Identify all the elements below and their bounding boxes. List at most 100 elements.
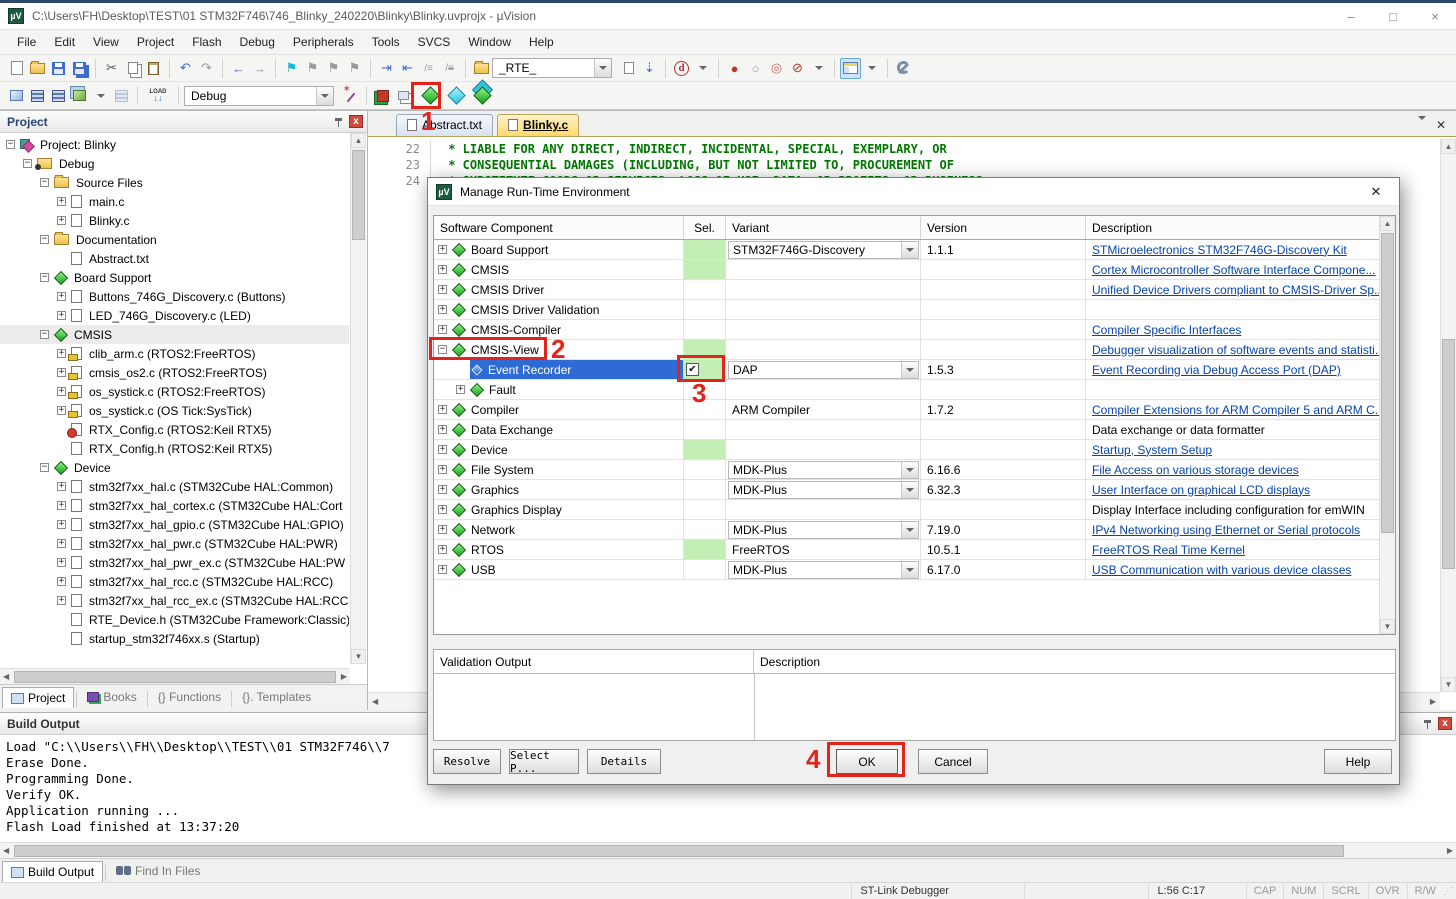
sel-cell[interactable] — [684, 420, 726, 440]
redo-icon[interactable]: ↷ — [196, 58, 217, 79]
tab-list-dropdown-icon[interactable] — [1418, 120, 1426, 131]
tree-item[interactable]: RTX_Config.c (RTOS2:Keil RTX5) — [0, 420, 349, 439]
open-file-icon[interactable] — [27, 58, 48, 79]
expand-icon[interactable]: + — [438, 505, 447, 514]
component-table-vscrollbar[interactable]: ▲ ▼ — [1379, 216, 1395, 634]
description-link[interactable]: Unified Device Drivers compliant to CMSI… — [1092, 283, 1379, 297]
batch-build-dropdown-icon[interactable] — [90, 85, 111, 106]
select-packs-icon[interactable] — [472, 85, 493, 106]
variant-dropdown-icon[interactable] — [901, 242, 918, 258]
expand-icon[interactable]: + — [57, 292, 66, 301]
menu-file[interactable]: File — [8, 32, 45, 52]
save-icon[interactable] — [48, 58, 69, 79]
sel-cell[interactable] — [684, 300, 726, 320]
scroll-down-icon[interactable]: ▼ — [351, 649, 366, 664]
find-in-files-icon[interactable]: d — [671, 58, 692, 79]
indent-right-icon[interactable]: ⇥ — [376, 58, 397, 79]
tree-item[interactable]: Abstract.txt — [0, 249, 349, 268]
tree-item[interactable]: −Device — [0, 458, 349, 477]
menu-edit[interactable]: Edit — [45, 32, 84, 52]
manage-components-icon[interactable] — [372, 85, 393, 106]
help-button[interactable]: Help — [1324, 749, 1392, 774]
bottom-tab-build-output[interactable]: Build Output — [2, 861, 103, 882]
expand-icon[interactable]: + — [438, 425, 447, 434]
expand-icon[interactable]: + — [57, 406, 66, 415]
scroll-up-icon[interactable]: ▲ — [351, 133, 366, 148]
expand-icon[interactable]: + — [57, 349, 66, 358]
translate-icon[interactable] — [6, 85, 27, 106]
editor-tab[interactable]: Blinky.c — [497, 114, 579, 136]
minimize-button[interactable]: – — [1330, 4, 1372, 28]
expand-icon[interactable]: + — [438, 545, 447, 554]
bottom-tab-find-in-files[interactable]: Find In Files — [108, 861, 208, 881]
variant-combobox[interactable]: MDK-Plus — [728, 521, 919, 539]
menu-project[interactable]: Project — [128, 32, 183, 52]
sel-cell[interactable] — [684, 460, 726, 480]
variant-combobox[interactable]: MDK-Plus — [728, 481, 919, 499]
target-select-dropdown-icon[interactable] — [316, 87, 333, 105]
collapse-icon[interactable]: − — [40, 330, 49, 339]
menu-flash[interactable]: Flash — [183, 32, 230, 52]
cancel-button[interactable]: Cancel — [918, 749, 988, 774]
variant-combobox[interactable]: STM32F746G-Discovery — [728, 241, 919, 259]
editor-tab[interactable]: Abstract.txt — [396, 114, 493, 136]
variant-dropdown-icon[interactable] — [901, 562, 918, 578]
tree-item[interactable]: +stm32f7xx_hal_rcc_ex.c (STM32Cube HAL:R… — [0, 591, 349, 610]
expand-icon[interactable]: + — [57, 596, 66, 605]
window-layout-icon[interactable] — [840, 58, 861, 79]
panel-close-icon[interactable]: x — [1438, 717, 1452, 730]
project-tree-hscrollbar[interactable]: ◀ ▶ — [0, 668, 350, 684]
sel-cell[interactable] — [684, 520, 726, 540]
component-label[interactable]: Graphics Display — [471, 503, 562, 517]
resolve-button[interactable]: Resolve — [433, 749, 501, 774]
expand-icon[interactable]: + — [438, 245, 447, 254]
tree-item[interactable]: −Documentation — [0, 230, 349, 249]
component-label[interactable]: Data Exchange — [471, 423, 553, 437]
component-label[interactable]: Network — [471, 523, 515, 537]
batch-build-icon[interactable] — [69, 85, 90, 106]
select-packs-button[interactable]: Select P... — [509, 749, 579, 774]
sel-cell[interactable] — [684, 260, 726, 280]
expand-icon[interactable]: + — [57, 387, 66, 396]
bookmark-prev-icon[interactable]: ⚑ — [323, 58, 344, 79]
scroll-down-icon[interactable]: ▼ — [1380, 619, 1395, 634]
navigate-back-icon[interactable]: ← — [228, 58, 249, 79]
collapse-icon[interactable]: − — [23, 159, 32, 168]
column-version[interactable]: Version — [921, 216, 1086, 239]
component-label[interactable]: USB — [471, 563, 496, 577]
description-link[interactable]: Compiler Extensions for ARM Compiler 5 a… — [1092, 403, 1379, 417]
variant-combobox[interactable]: DAP — [728, 361, 919, 379]
scroll-left-icon[interactable]: ◀ — [0, 846, 12, 855]
scroll-left-icon[interactable]: ◀ — [0, 672, 12, 681]
menu-window[interactable]: Window — [459, 32, 520, 52]
tree-item[interactable]: +stm32f7xx_hal_gpio.c (STM32Cube HAL:GPI… — [0, 515, 349, 534]
description-link[interactable]: User Interface on graphical LCD displays — [1092, 483, 1310, 497]
menu-view[interactable]: View — [84, 32, 128, 52]
target-select-value[interactable]: Debug — [185, 89, 316, 103]
scroll-right-icon[interactable]: ▶ — [1430, 697, 1436, 706]
tree-item[interactable]: −Board Support — [0, 268, 349, 287]
column-variant[interactable]: Variant — [726, 216, 921, 239]
find-next-icon[interactable]: ⇣ — [639, 58, 660, 79]
menu-peripherals[interactable]: Peripherals — [284, 32, 363, 52]
expand-icon[interactable]: + — [438, 565, 447, 574]
sel-cell[interactable] — [684, 240, 726, 260]
target-options-icon[interactable] — [340, 85, 361, 106]
scroll-up-icon[interactable]: ▲ — [1441, 139, 1456, 154]
project-tree-vscrollbar[interactable]: ▲ ▼ — [350, 133, 366, 664]
find-in-files-folder-icon[interactable] — [471, 58, 492, 79]
variant-dropdown-icon[interactable] — [901, 482, 918, 498]
tree-item[interactable]: −Project: Blinky — [0, 135, 349, 154]
variant-dropdown-icon[interactable] — [901, 362, 918, 378]
goto-definition-icon[interactable] — [618, 58, 639, 79]
expand-icon[interactable]: + — [438, 445, 447, 454]
sel-cell[interactable] — [684, 560, 726, 580]
tree-item[interactable]: −CMSIS — [0, 325, 349, 344]
build-icon[interactable] — [27, 85, 48, 106]
scroll-right-icon[interactable]: ▶ — [1444, 846, 1456, 855]
uncomment-icon[interactable]: /≡ — [439, 58, 460, 79]
breakpoint-kill-icon[interactable]: ⊘ — [787, 58, 808, 79]
menu-svcs[interactable]: SVCS — [409, 32, 460, 52]
search-text[interactable]: _RTE_ — [493, 61, 594, 75]
menu-debug[interactable]: Debug — [231, 32, 284, 52]
